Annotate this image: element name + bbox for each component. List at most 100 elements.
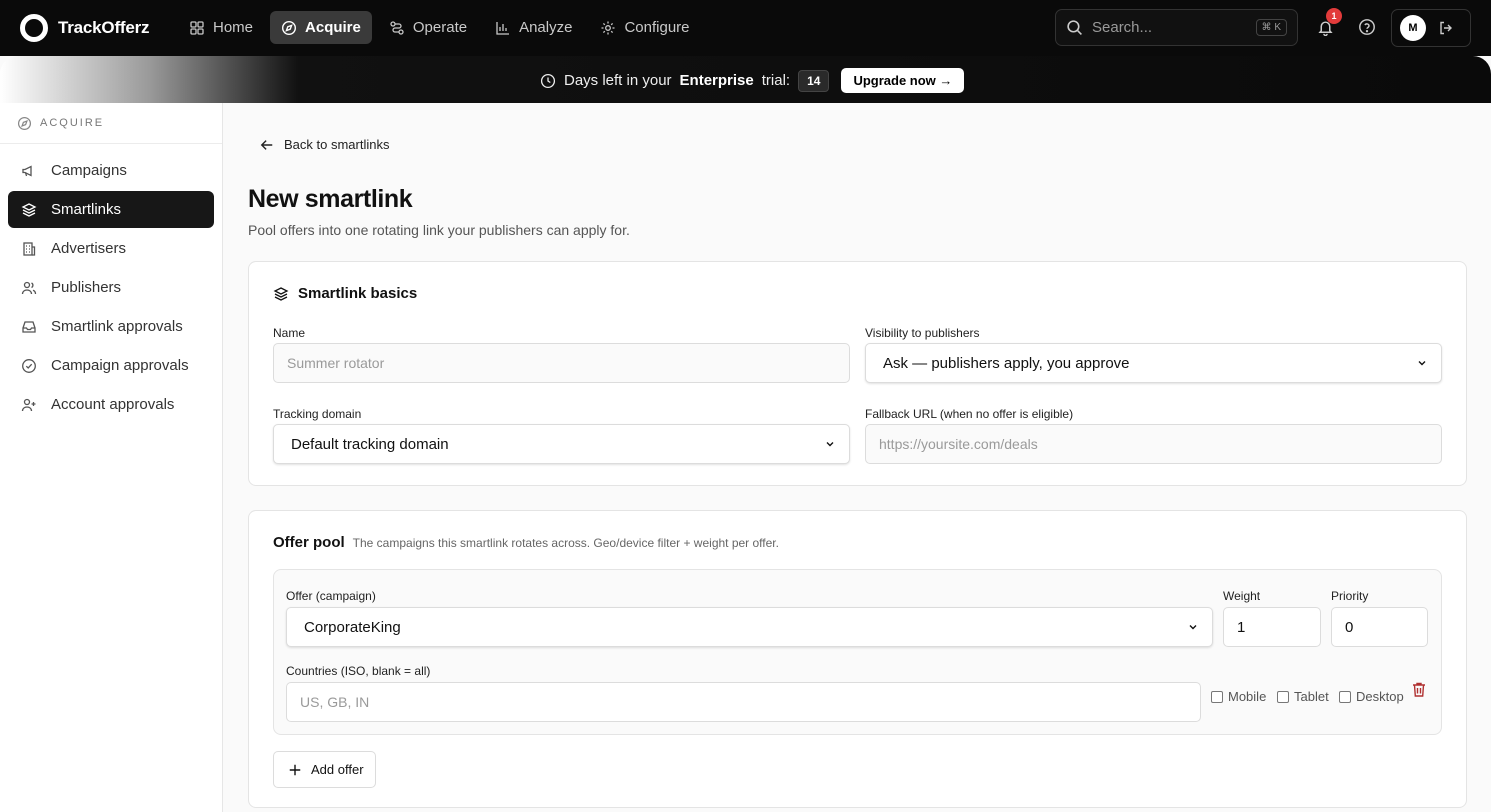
avatar[interactable]: M bbox=[1400, 15, 1426, 41]
offer-pool-header: Offer pool The campaigns this smartlink … bbox=[273, 534, 779, 551]
checkbox[interactable] bbox=[1211, 690, 1223, 703]
user-plus-icon bbox=[21, 398, 36, 411]
sidebar-item-advertisers[interactable]: Advertisers bbox=[8, 230, 214, 267]
weight-field[interactable]: 1 bbox=[1223, 607, 1321, 647]
weight-value: 1 bbox=[1237, 618, 1246, 636]
trial-banner: Days left in your Enterprise trial: 14 U… bbox=[0, 56, 1491, 103]
priority-label: Priority bbox=[1331, 589, 1369, 603]
visibility-label: Visibility to publishers bbox=[865, 326, 980, 340]
add-offer-button[interactable]: Add offer bbox=[273, 751, 376, 788]
sidebar-item-label: Campaigns bbox=[51, 162, 127, 179]
sidebar-item-label: Advertisers bbox=[51, 240, 127, 257]
nav-operate[interactable]: Operate bbox=[378, 11, 478, 44]
nav-analyze-label: Analyze bbox=[519, 19, 573, 36]
weight-label: Weight bbox=[1223, 589, 1261, 603]
help-button[interactable] bbox=[1356, 16, 1378, 38]
banner-suffix: trial: bbox=[761, 72, 791, 89]
layers-icon bbox=[273, 286, 289, 301]
layers-icon bbox=[21, 202, 37, 217]
sidebar: ACQUIRE Campaigns Smartlinks Advertisers… bbox=[0, 103, 223, 812]
checkbox[interactable] bbox=[1277, 690, 1289, 703]
main-nav: Home Acquire Operate Analyze Configure bbox=[178, 11, 701, 44]
search-icon bbox=[1067, 20, 1082, 35]
trash-icon bbox=[1413, 682, 1425, 697]
visibility-select[interactable]: Ask — publishers apply, you approve bbox=[865, 343, 1442, 383]
notifications-button[interactable]: 1 bbox=[1314, 8, 1342, 38]
fallback-placeholder: https://yoursite.com/deals bbox=[879, 436, 1038, 452]
users-icon bbox=[21, 281, 37, 294]
offer-label: Offer (campaign) bbox=[286, 589, 376, 603]
sidebar-item-publishers[interactable]: Publishers bbox=[8, 269, 214, 306]
fallback-label: Fallback URL (when no offer is eligible) bbox=[865, 407, 1074, 421]
countries-label: Countries (ISO, blank = all) bbox=[286, 664, 431, 678]
name-field[interactable]: Summer rotator bbox=[273, 343, 850, 383]
upgrade-button[interactable]: Upgrade now → bbox=[841, 68, 965, 93]
plus-icon bbox=[289, 764, 301, 775]
back-link[interactable]: Back to smartlinks bbox=[260, 137, 389, 152]
logout-icon[interactable] bbox=[1438, 20, 1454, 36]
tracking-domain-select[interactable]: Default tracking domain bbox=[273, 424, 850, 464]
device-mobile-checkbox[interactable]: Mobile bbox=[1211, 689, 1266, 704]
sidebar-item-account-approvals[interactable]: Account approvals bbox=[8, 386, 214, 423]
nav-operate-label: Operate bbox=[412, 19, 468, 36]
device-label: Desktop bbox=[1356, 689, 1404, 704]
device-label: Tablet bbox=[1294, 689, 1329, 704]
name-placeholder: Summer rotator bbox=[287, 355, 385, 371]
inbox-icon bbox=[22, 320, 36, 333]
chevron-down-icon bbox=[1189, 625, 1197, 630]
nav-configure-label: Configure bbox=[624, 19, 690, 36]
delete-offer-button[interactable] bbox=[1411, 681, 1427, 703]
basics-title-label: Smartlink basics bbox=[298, 285, 418, 302]
checkbox[interactable] bbox=[1339, 690, 1351, 703]
offer-row: Offer (campaign) CorporateKing Weight 1 … bbox=[273, 569, 1442, 735]
grid-icon bbox=[190, 20, 204, 35]
fallback-url-field[interactable]: https://yoursite.com/deals bbox=[865, 424, 1442, 464]
search-placeholder: Search... bbox=[1092, 19, 1153, 36]
nav-configure[interactable]: Configure bbox=[589, 11, 700, 44]
page-subtitle: Pool offers into one rotating link your … bbox=[248, 222, 630, 238]
sidebar-section-label: ACQUIRE bbox=[40, 117, 105, 129]
clock-icon bbox=[540, 73, 556, 88]
main-content: Back to smartlinks New smartlink Pool of… bbox=[223, 103, 1491, 812]
sidebar-item-label: Publishers bbox=[51, 279, 122, 296]
compass-icon bbox=[282, 20, 297, 35]
device-label: Mobile bbox=[1228, 689, 1267, 704]
nav-analyze[interactable]: Analyze bbox=[484, 11, 583, 44]
nav-home[interactable]: Home bbox=[178, 11, 264, 44]
search-input[interactable]: Search... ⌘ K bbox=[1055, 9, 1298, 46]
page-title: New smartlink bbox=[248, 185, 413, 213]
sidebar-item-campaigns[interactable]: Campaigns bbox=[8, 152, 214, 189]
offer-pool-card: Offer pool The campaigns this smartlink … bbox=[248, 510, 1467, 808]
device-desktop-checkbox[interactable]: Desktop bbox=[1339, 689, 1404, 704]
brand-name: TrackOfferz bbox=[58, 18, 150, 37]
device-tablet-checkbox[interactable]: Tablet bbox=[1277, 689, 1329, 704]
notification-badge: 1 bbox=[1326, 8, 1342, 24]
arrow-left-icon bbox=[260, 139, 273, 150]
offer-pool-description: The campaigns this smartlink rotates acr… bbox=[352, 536, 779, 550]
add-offer-label: Add offer bbox=[311, 762, 364, 777]
sidebar-item-smartlinks[interactable]: Smartlinks bbox=[8, 191, 214, 228]
brand-logo-icon bbox=[20, 14, 48, 42]
countries-field[interactable]: US, GB, IN bbox=[286, 682, 1201, 722]
back-link-label: Back to smartlinks bbox=[284, 137, 390, 152]
offer-select[interactable]: CorporateKing bbox=[286, 607, 1213, 647]
tracking-value: Default tracking domain bbox=[291, 435, 449, 453]
megaphone-icon bbox=[22, 164, 32, 177]
help-icon bbox=[1359, 19, 1375, 35]
sidebar-item-campaign-approvals[interactable]: Campaign approvals bbox=[8, 347, 214, 384]
compass-icon bbox=[17, 116, 32, 130]
chevron-down-icon bbox=[826, 442, 834, 447]
sidebar-item-smartlink-approvals[interactable]: Smartlink approvals bbox=[8, 308, 214, 345]
sidebar-item-label: Smartlinks bbox=[51, 201, 122, 218]
name-label: Name bbox=[273, 326, 306, 340]
sidebar-section-header: ACQUIRE bbox=[0, 103, 222, 144]
offer-value: CorporateKing bbox=[304, 618, 401, 636]
offer-pool-title: Offer pool bbox=[273, 534, 345, 551]
nav-acquire[interactable]: Acquire bbox=[270, 11, 372, 44]
user-menu[interactable]: M bbox=[1391, 9, 1471, 47]
priority-field[interactable]: 0 bbox=[1331, 607, 1428, 647]
brand[interactable]: TrackOfferz bbox=[20, 14, 150, 42]
route-icon bbox=[390, 20, 404, 35]
sidebar-item-label: Campaign approvals bbox=[51, 357, 189, 374]
basics-title: Smartlink basics bbox=[273, 285, 417, 302]
